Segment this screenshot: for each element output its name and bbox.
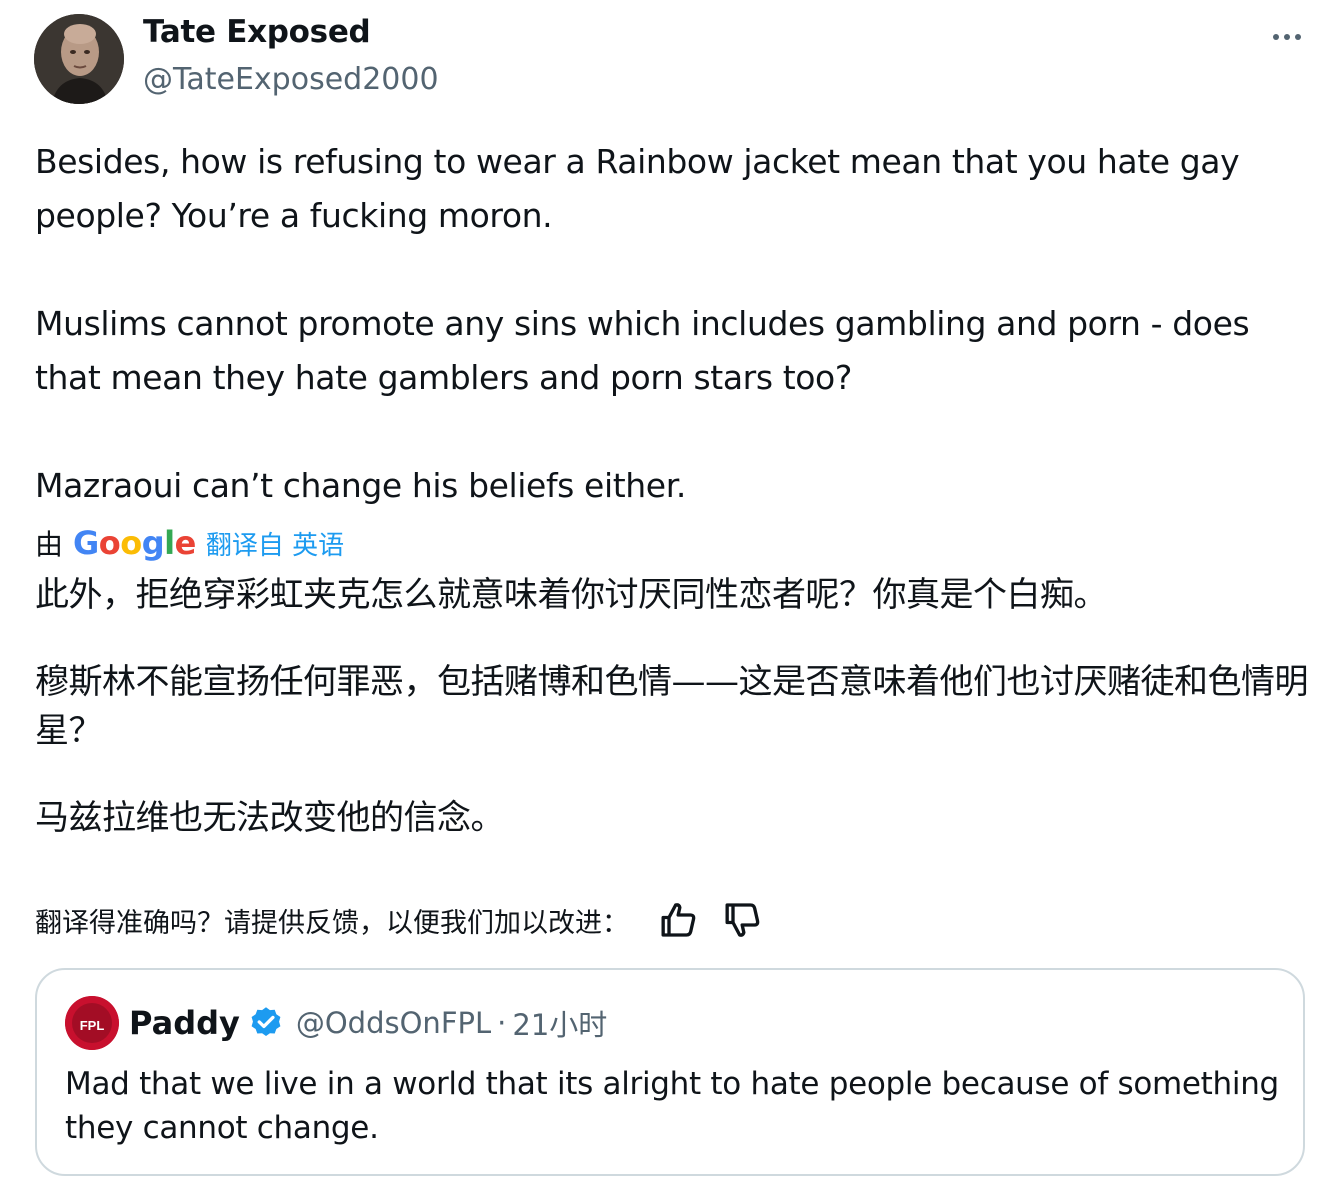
translated-paragraph: 穆斯林不能宣扬任何罪恶，包括赌博和色情——这是否意味着他们也讨厌赌徒和色情明星？	[35, 662, 1309, 751]
tweet-paragraph: Besides, how is refusing to wear a Rainb…	[35, 142, 1240, 235]
quote-display-name[interactable]: Paddy	[129, 1004, 240, 1042]
quote-handle[interactable]: @OddsOnFPL	[296, 1006, 491, 1040]
tweet-paragraph: Mazraoui can’t change his beliefs either…	[35, 466, 686, 505]
more-horizontal-icon[interactable]	[1262, 20, 1312, 54]
google-logo-letter: g	[141, 524, 165, 562]
tweet-text: Besides, how is refusing to wear a Rainb…	[35, 135, 1315, 513]
author-avatar[interactable]	[34, 14, 124, 104]
fpl-logo-icon: FPL	[65, 996, 119, 1050]
quote-timestamp[interactable]: 21小时	[512, 1002, 607, 1044]
google-logo-letter: l	[164, 524, 175, 562]
google-logo-letter: e	[174, 524, 197, 562]
translate-from-link[interactable]: 翻译自 英语	[206, 525, 344, 562]
google-logo-letter: G	[73, 524, 99, 562]
quote-text: Mad that we live in a world that its alr…	[65, 1066, 1279, 1146]
google-logo-letter: o	[98, 524, 121, 562]
more-dot	[1295, 34, 1301, 40]
tweet-paragraph: Muslims cannot promote any sins which in…	[35, 304, 1250, 397]
quoted-tweet[interactable]: FPL Paddy @OddsOnFPL · 21小时 Mad that we …	[35, 968, 1305, 1176]
translation-attribution: 由 Google 翻译自 英语	[35, 521, 344, 565]
quote-separator: ·	[497, 1006, 507, 1040]
more-dot	[1284, 34, 1290, 40]
translate-by-label: 由	[35, 528, 64, 561]
google-logo-letter: o	[120, 524, 142, 562]
more-dot	[1273, 34, 1279, 40]
translated-paragraph: 此外，拒绝穿彩虹夹克怎么就意味着你讨厌同性恋者呢？你真是个白痴。	[35, 575, 1108, 615]
thumbs-up-icon[interactable]	[659, 900, 699, 940]
feedback-prompt: 翻译得准确吗？请提供反馈，以便我们加以改进：	[35, 907, 629, 939]
translation-feedback: 翻译得准确吗？请提供反馈，以便我们加以改进：	[35, 896, 763, 944]
quote-header: Paddy @OddsOnFPL · 21小时	[129, 1000, 607, 1046]
thumbs-down-icon[interactable]	[723, 900, 763, 940]
verified-badge-icon	[251, 1007, 281, 1037]
translated-text: 此外，拒绝穿彩虹夹克怎么就意味着你讨厌同性恋者呢？你真是个白痴。 穆斯林不能宣扬…	[35, 571, 1315, 843]
translated-paragraph: 马兹拉维也无法改变他的信念。	[35, 798, 505, 838]
fpl-logo-text: FPL	[80, 1018, 105, 1033]
quote-avatar[interactable]: FPL	[65, 996, 119, 1050]
author-handle[interactable]: @TateExposed2000	[143, 62, 439, 97]
google-logo: Google	[73, 524, 196, 562]
person-avatar-icon	[34, 14, 124, 104]
author-display-name[interactable]: Tate Exposed	[143, 14, 371, 50]
